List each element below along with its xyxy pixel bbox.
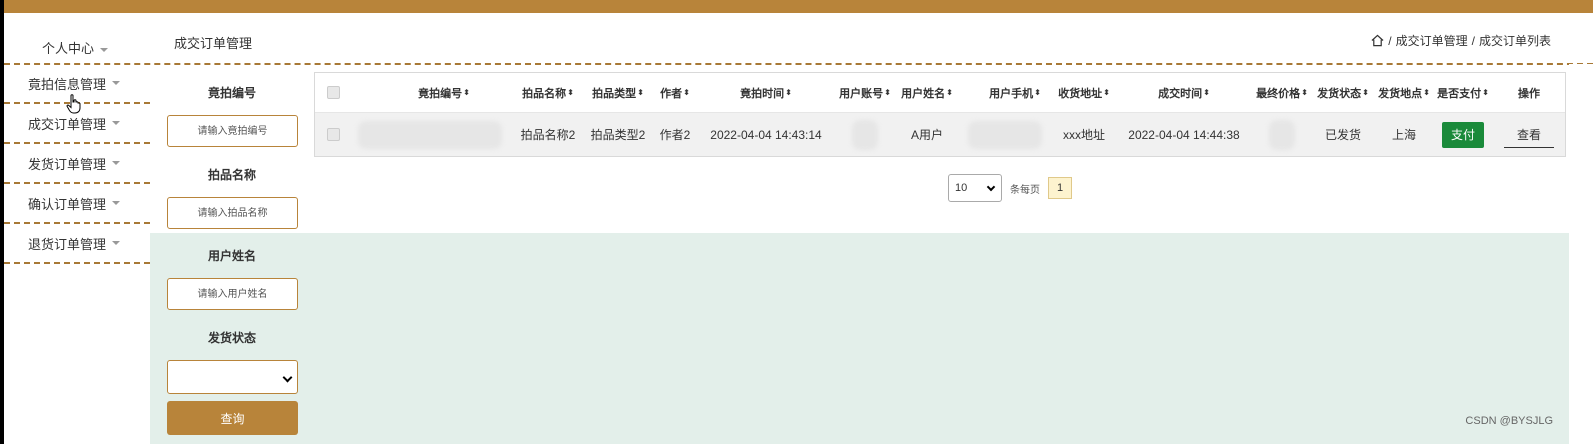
- breadcrumb-item-orders[interactable]: 成交订单管理: [1396, 32, 1468, 49]
- user-center-label: 个人中心: [42, 41, 95, 56]
- search-label-item-name: 拍品名称: [207, 168, 256, 182]
- col-author[interactable]: 作者 ⬍: [653, 73, 697, 112]
- breadcrumb-item-list: 成交订单列表: [1478, 34, 1551, 48]
- breadcrumb-sep: /: [1388, 33, 1392, 48]
- chevron-down-icon: [112, 161, 121, 165]
- cell-author: 作者2: [659, 128, 691, 142]
- top-banner: [4, 0, 1593, 13]
- col-user-phone[interactable]: 用户手机 ⬍: [965, 73, 1065, 112]
- cell-item-name: 拍品名称2: [520, 128, 576, 142]
- sort-icon: ⬍: [637, 88, 644, 97]
- content-background: [150, 233, 1569, 444]
- col-ship-status[interactable]: 发货状态 ⬍: [1313, 73, 1373, 112]
- user-name-input[interactable]: [167, 278, 298, 310]
- cell-bid-time: 2022-04-04 14:43:14: [710, 127, 822, 142]
- col-final-price[interactable]: 最终价格 ⬍: [1251, 73, 1313, 112]
- sort-icon: ⬍: [1301, 88, 1308, 97]
- sort-icon: ⬍: [463, 88, 470, 97]
- col-auction-no[interactable]: 竟拍编号 ⬍: [351, 73, 537, 112]
- sidebar-item-label: 确认订单管理: [28, 196, 107, 212]
- chevron-down-icon: [112, 121, 121, 125]
- sort-icon: ⬍: [785, 88, 792, 97]
- sort-icon: ⬍: [1423, 88, 1430, 97]
- per-page-label: 条每页: [1010, 184, 1040, 196]
- pay-button[interactable]: 支付: [1442, 121, 1484, 148]
- user-center-menu[interactable]: 个人中心: [42, 38, 109, 57]
- row-checkbox[interactable]: [326, 128, 340, 141]
- search-label-user-name: 用户姓名: [207, 249, 256, 263]
- page-size-select[interactable]: 10: [948, 174, 1002, 202]
- sidebar-item-return-orders[interactable]: 退货订单管理: [4, 224, 150, 264]
- col-is-paid[interactable]: 是否支付 ⬍: [1433, 73, 1493, 112]
- cell-item-type: 拍品类型2: [590, 128, 646, 142]
- chevron-down-icon: [986, 182, 996, 192]
- auction-no-input[interactable]: [167, 115, 298, 147]
- chevron-down-icon: [112, 241, 121, 245]
- sort-icon: ⬍: [567, 88, 574, 97]
- sidebar-item-label: 竟拍信息管理: [28, 76, 107, 92]
- cell-is-paid: 支付: [1435, 113, 1491, 156]
- sort-icon: ⬍: [1203, 88, 1210, 97]
- sort-icon: ⬍: [1034, 88, 1041, 97]
- col-user-name[interactable]: 用户姓名 ⬍: [897, 73, 957, 112]
- page-number-current[interactable]: 1: [1048, 177, 1072, 199]
- search-label-ship-status: 发货状态: [207, 331, 256, 345]
- cell-user-account: [835, 113, 895, 156]
- col-item-name[interactable]: 拍品名称 ⬍: [515, 73, 581, 112]
- breadcrumb: / 成交订单管理 / 成交订单列表: [1371, 32, 1551, 49]
- chevron-down-icon: [100, 47, 109, 52]
- col-user-account[interactable]: 用户账号 ⬍: [835, 73, 895, 112]
- page-margin: [1569, 64, 1593, 444]
- col-ship-place[interactable]: 发货地点 ⬍: [1373, 73, 1435, 112]
- sort-icon: ⬍: [946, 88, 953, 97]
- sort-icon: ⬍: [1362, 88, 1369, 97]
- sidebar-item-label: 退货订单管理: [28, 236, 107, 252]
- search-panel: 竟拍编号 拍品名称 用户姓名 发货状态 查询: [150, 64, 314, 444]
- chevron-down-icon: [112, 81, 121, 85]
- item-name-input[interactable]: [167, 197, 298, 229]
- col-deal-time[interactable]: 成交时间 ⬍: [1119, 73, 1249, 112]
- sort-icon: ⬍: [1103, 88, 1110, 97]
- breadcrumb-sep: /: [1471, 33, 1475, 48]
- page-title: 成交订单管理: [174, 36, 253, 51]
- sidebar-item-ship-orders[interactable]: 发货订单管理: [4, 144, 150, 184]
- cell-deal-time: 2022-04-04 14:44:38: [1128, 127, 1240, 142]
- view-button[interactable]: 查看: [1504, 122, 1554, 148]
- chevron-down-icon: [282, 372, 293, 383]
- search-label-auction-no: 竟拍编号: [207, 86, 256, 100]
- home-icon[interactable]: [1371, 34, 1384, 47]
- pagination: 10 条每页 1: [948, 174, 1072, 202]
- sidebar-item-confirm-orders[interactable]: 确认订单管理: [4, 184, 150, 224]
- cell-auction-no: [355, 113, 505, 156]
- col-address[interactable]: 收货地址 ⬍: [1051, 73, 1117, 112]
- cell-address: xxx地址: [1062, 128, 1105, 142]
- chevron-down-icon: [112, 201, 121, 205]
- orders-table: 竟拍编号 ⬍ 拍品名称 ⬍ 拍品类型 ⬍ 作者 ⬍ 竟拍时间 ⬍ 用户账号 ⬍ 用户姓名 ⬍ …: [314, 72, 1566, 157]
- sort-icon: ⬍: [683, 88, 690, 97]
- cell-user-name: A用户: [910, 128, 943, 142]
- sidebar-item-label: 发货订单管理: [28, 156, 107, 172]
- table-header: 竟拍编号 ⬍ 拍品名称 ⬍ 拍品类型 ⬍ 作者 ⬍ 竟拍时间 ⬍ 用户账号 ⬍ 用户姓名 ⬍ …: [315, 73, 1565, 113]
- sidebar-item-label: 成交订单管理: [28, 116, 107, 132]
- sort-icon: ⬍: [884, 88, 891, 97]
- cell-final-price: [1251, 113, 1313, 156]
- row-select-cell: [315, 113, 351, 156]
- col-bid-time[interactable]: 竟拍时间 ⬍: [701, 73, 831, 112]
- select-all-checkbox[interactable]: [326, 86, 340, 99]
- ship-status-select[interactable]: [167, 360, 298, 394]
- hand-cursor-icon: [66, 94, 81, 114]
- cell-ship-status: 已发货: [1324, 128, 1361, 142]
- table-row: 拍品名称2 拍品类型2 作者2 2022-04-04 14:43:14 A用户 …: [315, 113, 1565, 156]
- watermark: CSDN @BYSJLG: [1465, 415, 1553, 427]
- col-actions: 操作: [1518, 87, 1540, 100]
- cell-user-phone: [965, 113, 1045, 156]
- page-size-value: 10: [955, 182, 968, 194]
- col-item-type[interactable]: 拍品类型 ⬍: [585, 73, 651, 112]
- cell-ship-place: 上海: [1391, 128, 1416, 142]
- query-button[interactable]: 查询: [167, 401, 298, 435]
- cell-actions: 查看: [1501, 113, 1557, 156]
- sort-icon: ⬍: [1482, 88, 1489, 97]
- select-all-cell: [315, 73, 351, 112]
